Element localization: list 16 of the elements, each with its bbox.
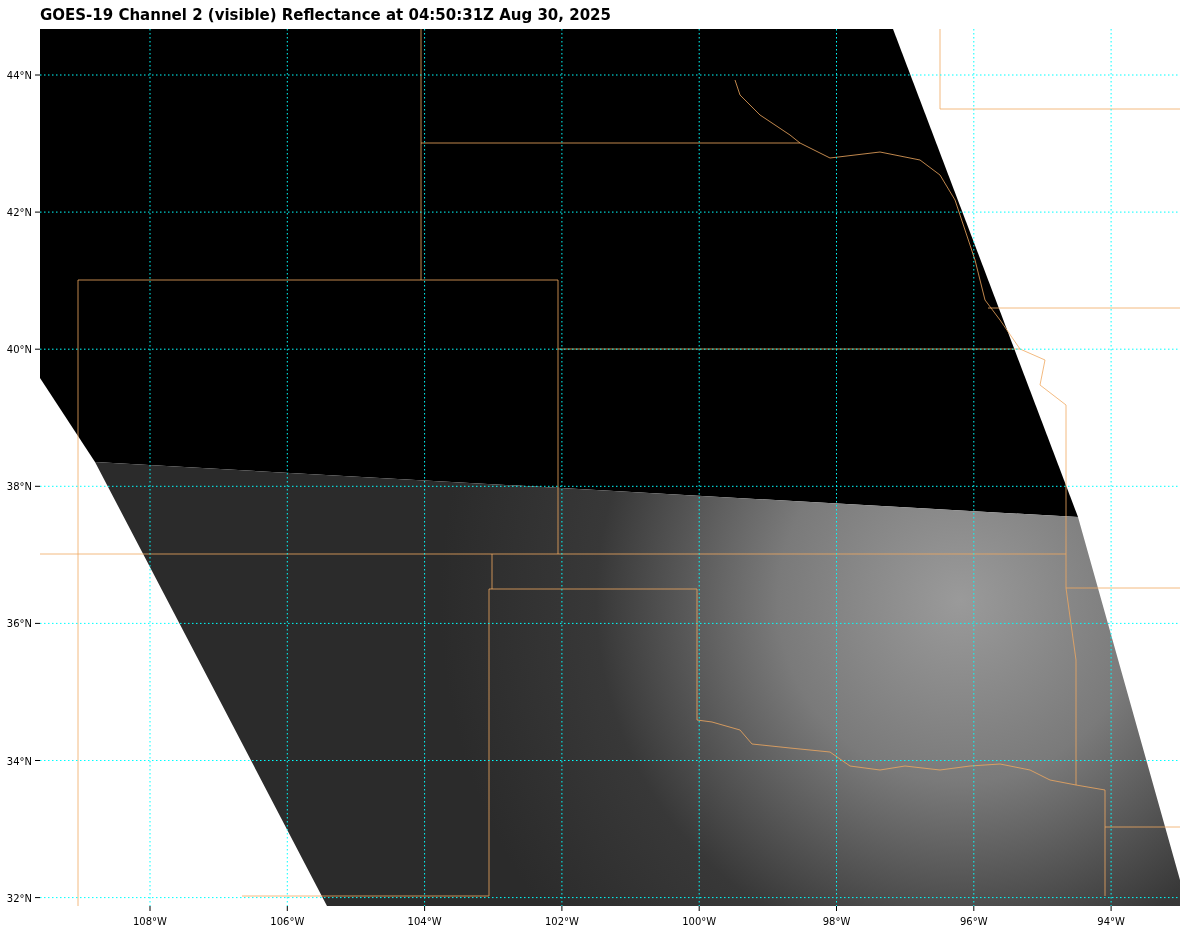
longitude-label: 98°W xyxy=(822,916,851,927)
latitude-label: 38°N xyxy=(6,481,32,493)
longitude-label: 94°W xyxy=(1097,916,1125,927)
chart-title: GOES-19 Channel 2 (visible) Reflectance at 04:50:31Z Aug 30, 2025 xyxy=(40,5,611,24)
latitude-label: 36°N xyxy=(6,618,32,630)
latitude-label: 44°N xyxy=(6,70,32,81)
longitude-label: 100°W xyxy=(682,916,717,927)
longitude-label: 104°W xyxy=(407,916,442,927)
latitude-label: 34°N xyxy=(6,755,32,767)
longitude-label: 96°W xyxy=(960,916,988,927)
longitude-label: 102°W xyxy=(544,916,579,927)
latitude-label: 42°N xyxy=(6,207,32,219)
longitude-label: 106°W xyxy=(270,916,305,927)
latitude-label: 40°N xyxy=(6,344,32,356)
latitude-label: 32°N xyxy=(6,892,32,904)
longitude-label: 108°W xyxy=(133,916,167,927)
